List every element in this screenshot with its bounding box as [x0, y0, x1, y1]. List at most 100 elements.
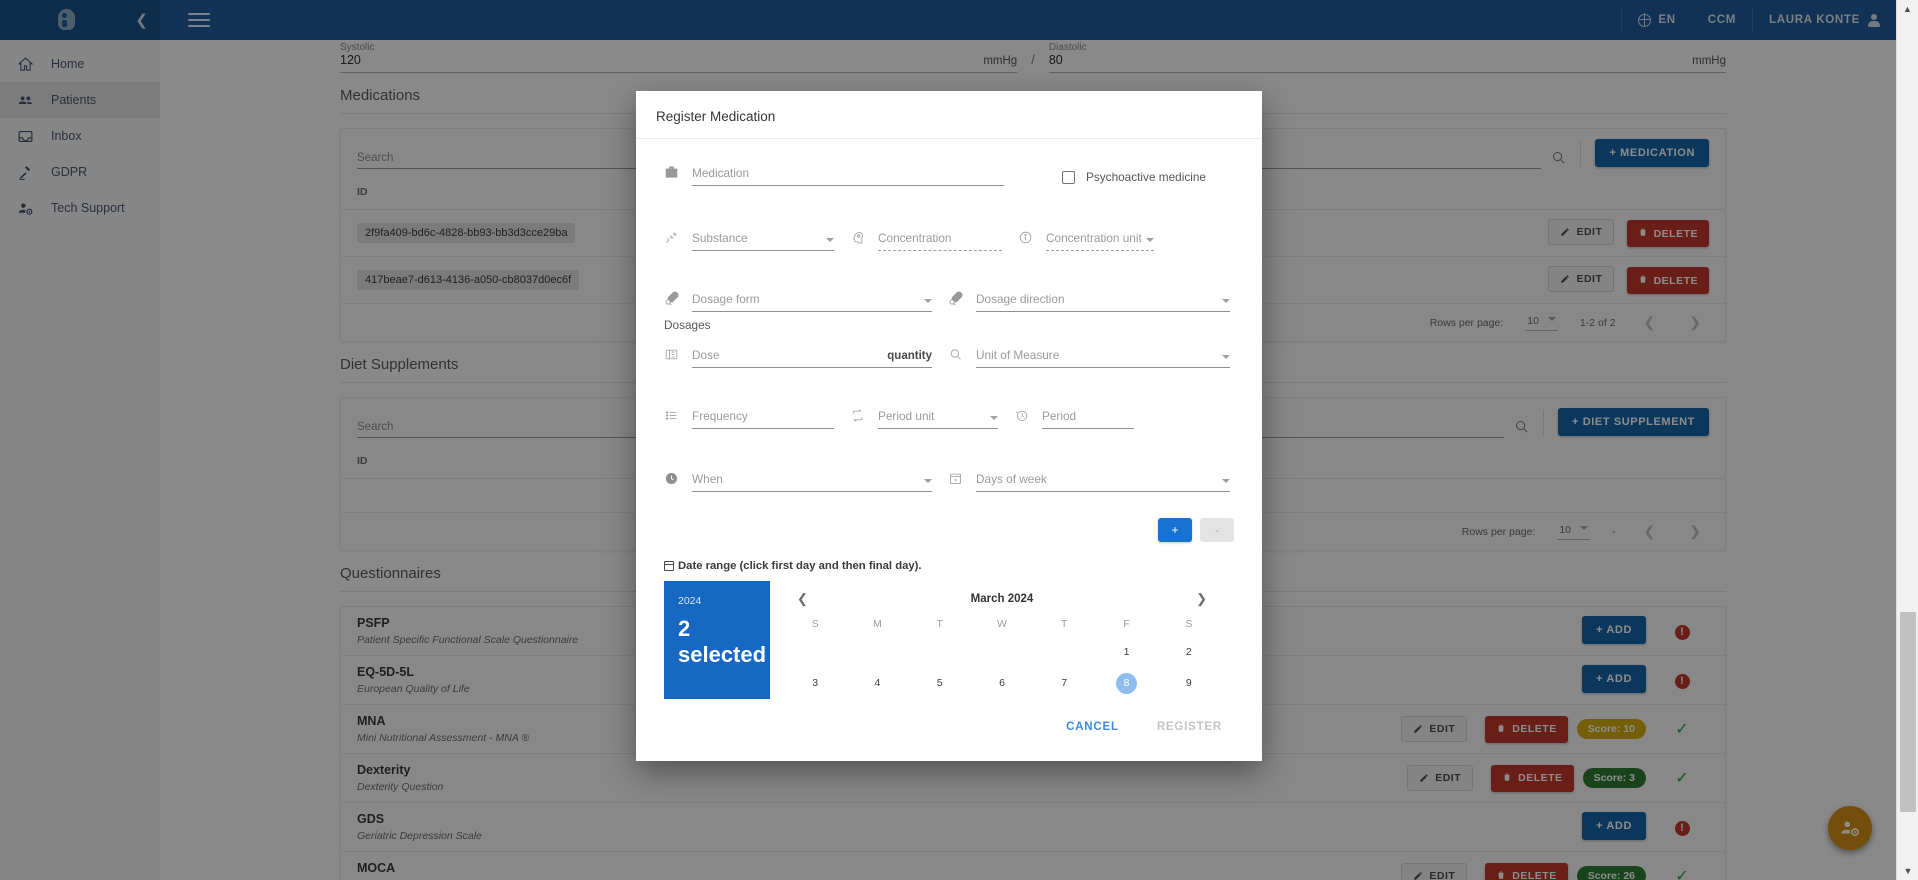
- calendar-day[interactable]: 2: [1178, 642, 1199, 663]
- calendar-day[interactable]: 4: [867, 673, 888, 694]
- info-icon: [1018, 230, 1035, 247]
- clock-history-icon: [1014, 408, 1031, 425]
- calendar-cell: [846, 637, 908, 668]
- chevron-down-icon: [1222, 299, 1230, 303]
- psychoactive-label: Psychoactive medicine: [1086, 170, 1206, 184]
- calendar-month-label: March 2024: [970, 593, 1034, 605]
- previous-month-button[interactable]: ❮: [792, 591, 813, 607]
- concentration-unit-field[interactable]: Concentration unit: [1018, 230, 1154, 251]
- repeat-icon: [850, 408, 867, 425]
- medication-field[interactable]: Medication: [664, 165, 1004, 186]
- calendar-day[interactable]: 9: [1178, 673, 1199, 694]
- head-icon: [850, 230, 867, 247]
- pill-search-icon: [948, 291, 965, 308]
- when-field[interactable]: When: [664, 471, 932, 492]
- calendar-icon: [948, 471, 965, 488]
- register-medication-dialog: Register Medication Medication Psychoact…: [636, 91, 1262, 761]
- calendar-weekday: T: [936, 618, 943, 630]
- chevron-down-icon: [826, 238, 834, 242]
- period-unit-placeholder: Period unit: [878, 409, 935, 423]
- calendar-week-row: 3 4 5 6 7 8 9: [784, 668, 1220, 699]
- calendar-day[interactable]: 1: [1116, 642, 1137, 663]
- date-range-picker: 2024 2 selected ❮ March 2024 ❯ S M T W T F S 1…: [664, 581, 1234, 699]
- calendar-cell[interactable]: 7: [1033, 668, 1095, 699]
- dosage-direction-field[interactable]: Dosage direction: [948, 291, 1230, 312]
- magnifier-icon: [948, 347, 965, 364]
- chevron-down-icon: [1222, 355, 1230, 359]
- selected-word: selected: [678, 641, 767, 667]
- dose-suffix: quantity: [887, 350, 932, 362]
- cancel-button[interactable]: CANCEL: [1054, 713, 1131, 741]
- scroll-down-arrow-icon[interactable]: ▼: [1897, 862, 1918, 880]
- period-placeholder: Period: [1042, 409, 1077, 423]
- list-icon: [664, 408, 681, 425]
- calendar-weekday: S: [811, 618, 819, 630]
- dose-placeholder: Dose: [692, 348, 720, 362]
- syringe-icon: [664, 230, 681, 247]
- calendar-icon: [663, 561, 674, 571]
- dialog-body: Medication Psychoactive medicine Substan…: [636, 139, 1262, 699]
- dialog-footer: CANCEL REGISTER: [636, 699, 1262, 761]
- calendar-summary-panel: 2024 2 selected: [664, 581, 770, 699]
- dosage-direction-placeholder: Dosage direction: [976, 292, 1065, 306]
- calendar-cell: [971, 637, 1033, 668]
- pill-search-icon: [664, 291, 681, 308]
- date-range-hint: Date range (click first day and then fin…: [663, 560, 1234, 572]
- when-placeholder: When: [692, 472, 723, 486]
- substance-field[interactable]: Substance: [664, 230, 834, 251]
- vertical-scrollbar[interactable]: ▲ ▼: [1896, 0, 1918, 880]
- dosage-form-placeholder: Dosage form: [692, 292, 760, 306]
- period-field[interactable]: Period: [1014, 408, 1134, 429]
- scroll-up-arrow-icon[interactable]: ▲: [1897, 0, 1918, 18]
- calendar-cell[interactable]: 6: [971, 668, 1033, 699]
- measure-icon: [664, 347, 681, 364]
- unit-of-measure-field[interactable]: Unit of Measure: [948, 347, 1230, 368]
- clock-icon: [664, 471, 681, 488]
- concentration-field[interactable]: Concentration: [850, 230, 1002, 251]
- chevron-down-icon: [924, 479, 932, 483]
- frequency-field[interactable]: Frequency: [664, 408, 834, 429]
- register-button: REGISTER: [1145, 713, 1234, 741]
- scrollbar-thumb[interactable]: [1900, 612, 1916, 812]
- calendar-day[interactable]: 5: [929, 673, 950, 694]
- dose-field[interactable]: Dose quantity: [664, 347, 932, 368]
- calendar-grid: SMTWTFS 12345678910111213141516171819202…: [784, 611, 1220, 699]
- calendar-weekday: W: [997, 618, 1007, 630]
- calendar-cell: [909, 637, 971, 668]
- calendar-day[interactable]: 3: [805, 673, 826, 694]
- selected-count: 2: [678, 616, 691, 641]
- next-month-button[interactable]: ❯: [1191, 591, 1212, 607]
- calendar-cell: [1033, 637, 1095, 668]
- calendar-weekday: S: [1185, 618, 1193, 630]
- frequency-placeholder: Frequency: [692, 409, 748, 423]
- medical-bag-icon: [664, 165, 681, 182]
- psychoactive-checkbox-row[interactable]: Psychoactive medicine: [1062, 170, 1206, 184]
- calendar-day[interactable]: 8: [1116, 673, 1138, 694]
- chevron-down-icon: [1146, 238, 1154, 242]
- calendar-cell[interactable]: 5: [909, 668, 971, 699]
- add-dosage-row-button[interactable]: +: [1158, 518, 1192, 542]
- calendar-week-row: 12: [784, 637, 1220, 668]
- calendar-weekday: M: [873, 618, 882, 630]
- days-of-week-field[interactable]: Days of week: [948, 471, 1230, 492]
- psychoactive-checkbox[interactable]: [1062, 170, 1075, 184]
- calendar-day[interactable]: 6: [991, 673, 1012, 694]
- days-of-week-placeholder: Days of week: [976, 472, 1047, 486]
- concentration-placeholder: Concentration: [878, 231, 952, 245]
- calendar-cell[interactable]: 4: [846, 668, 908, 699]
- chevron-down-icon: [1222, 479, 1230, 483]
- dosage-form-field[interactable]: Dosage form: [664, 291, 932, 312]
- date-range-label: Date range (click first day and then fin…: [678, 560, 922, 572]
- remove-dosage-row-button[interactable]: -: [1200, 518, 1234, 542]
- unit-of-measure-placeholder: Unit of Measure: [976, 348, 1060, 362]
- period-unit-field[interactable]: Period unit: [850, 408, 998, 429]
- concentration-unit-placeholder: Concentration unit: [1046, 231, 1142, 245]
- calendar-day[interactable]: 7: [1054, 673, 1075, 694]
- calendar-cell[interactable]: 3: [784, 668, 846, 699]
- calendar-month-panel: ❮ March 2024 ❯ SMTWTFS 12345678910111213…: [770, 581, 1234, 699]
- calendar-cell[interactable]: 1: [1095, 637, 1157, 668]
- dialog-title: Register Medication: [636, 91, 1262, 139]
- calendar-cell[interactable]: 9: [1158, 668, 1220, 699]
- calendar-cell[interactable]: 8: [1095, 668, 1157, 699]
- calendar-cell[interactable]: 2: [1158, 637, 1220, 668]
